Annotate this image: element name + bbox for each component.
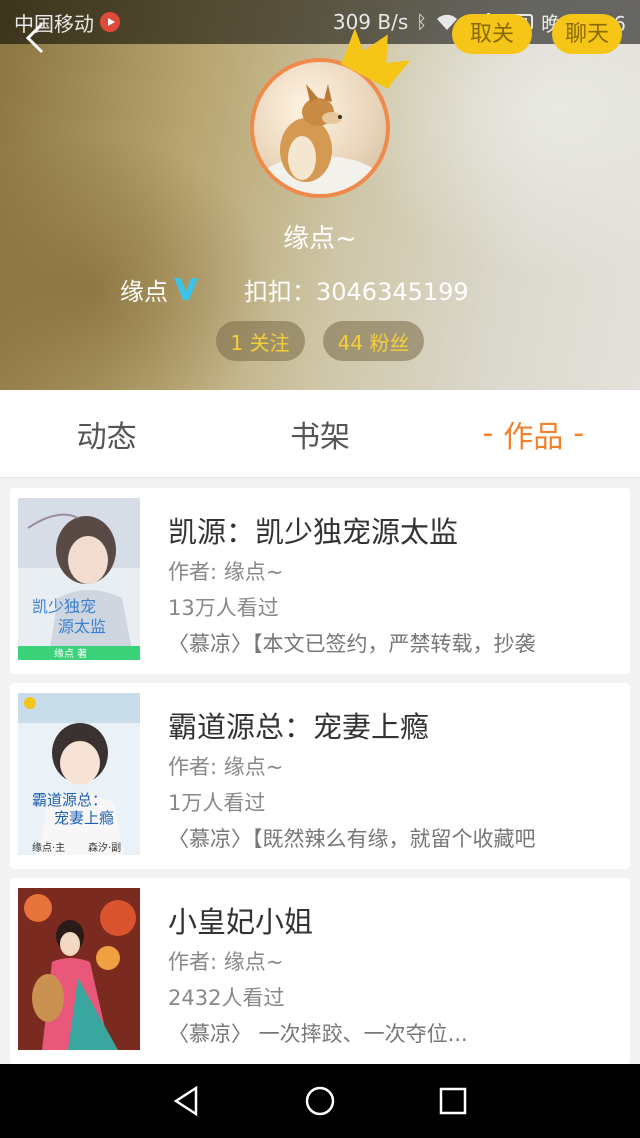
profile-tabs: 动态 书架 - 作品 - <box>0 390 640 478</box>
book-item[interactable]: 霸道源总： 宠妻上瘾 缘点·主 森汐·副 霸道源总：宠妻上瘾 作者: 缘点~ 1… <box>10 683 630 869</box>
tab-active-dash-left: - <box>482 416 494 451</box>
cover-title-line2: 源太监 <box>58 617 106 636</box>
tab-label: 作品 <box>503 419 564 455</box>
tab-bookshelf[interactable]: 书架 <box>213 390 426 477</box>
nav-home-button[interactable] <box>300 1081 340 1121</box>
tab-label: 书架 <box>289 419 350 455</box>
works-list: 凯少独宠 源太监 缘点 著 凯源：凯少独宠源太监 作者: 缘点~ 13万人看过 … <box>10 488 630 1073</box>
book-author: 作者: 缘点~ <box>168 950 284 974</box>
follow-stats: 1 关注 44 粉丝 <box>0 321 640 361</box>
tab-works[interactable]: - 作品 - <box>427 390 640 477</box>
cover-author-main: 缘点·主 <box>32 841 65 854</box>
nav-recents-button[interactable] <box>433 1081 473 1121</box>
profile-header: 中国移动 309 B/s ᛒ 晚上9:56 取关 聊天 <box>0 0 640 390</box>
unfollow-button[interactable]: 取关 <box>452 14 532 54</box>
book-views: 2432人看过 <box>168 986 285 1010</box>
verified-name: 缘点 <box>120 277 168 306</box>
book-cover[interactable]: 霸道源总： 宠妻上瘾 缘点·主 森汐·副 <box>18 693 140 855</box>
book-description: 〈慕凉〉【本文已签约，严禁转载，抄袭 <box>168 632 536 656</box>
book-title[interactable]: 小皇妃小姐 <box>168 904 620 940</box>
nav-back-button[interactable] <box>167 1081 207 1121</box>
cover-title-line1: 霸道源总： <box>32 791 107 809</box>
book-description: 〈慕凉〉【既然辣么有缘，就留个收藏吧 <box>168 827 536 851</box>
tab-dynamics[interactable]: 动态 <box>0 390 213 477</box>
book-item[interactable]: 凯少独宠 源太监 缘点 著 凯源：凯少独宠源太监 作者: 缘点~ 13万人看过 … <box>10 488 630 674</box>
cover-title-line2: 宠妻上瘾 <box>54 809 114 827</box>
book-cover[interactable]: 凯少独宠 源太监 缘点 著 <box>18 498 140 660</box>
chat-button[interactable]: 聊天 <box>552 14 622 54</box>
book-views: 13万人看过 <box>168 596 279 620</box>
book-title[interactable]: 霸道源总：宠妻上瘾 <box>168 709 620 745</box>
nav-recents-icon <box>440 1087 467 1115</box>
fans-count[interactable]: 44 粉丝 <box>322 321 425 361</box>
bluetooth-icon: ᛒ <box>416 11 428 33</box>
nav-home-icon <box>305 1086 335 1116</box>
book-author: 作者: 缘点~ <box>168 560 284 584</box>
record-icon <box>100 12 120 32</box>
cover-author-co: 森汐·副 <box>88 841 121 854</box>
qq-number: 扣扣：3046345199 <box>244 277 469 306</box>
book-author: 作者: 缘点~ <box>168 755 284 779</box>
book-cover[interactable] <box>18 888 140 1050</box>
system-nav-bar <box>0 1064 640 1138</box>
following-count[interactable]: 1 关注 <box>215 321 305 361</box>
cover-author: 缘点 著 <box>54 647 87 660</box>
profile-nickname: 缘点~ <box>283 224 357 254</box>
book-info: 小皇妃小姐 作者: 缘点~ 2432人看过 〈慕凉〉 一次摔跤、一次夺位... <box>168 904 620 1052</box>
tab-label: 动态 <box>76 419 137 455</box>
book-description: 〈慕凉〉 一次摔跤、一次夺位... <box>168 1022 468 1046</box>
book-item[interactable]: 小皇妃小姐 作者: 缘点~ 2432人看过 〈慕凉〉 一次摔跤、一次夺位... <box>10 878 630 1064</box>
vip-v-icon <box>174 278 198 300</box>
book-info: 霸道源总：宠妻上瘾 作者: 缘点~ 1万人看过 〈慕凉〉【既然辣么有缘，就留个收… <box>168 709 620 857</box>
nav-back-icon <box>173 1085 197 1117</box>
book-views: 1万人看过 <box>168 791 266 815</box>
status-bar: 中国移动 309 B/s ᛒ 晚上9:56 <box>0 0 640 44</box>
cover-title-line1: 凯少独宠 <box>32 597 96 616</box>
book-title[interactable]: 凯源：凯少独宠源太监 <box>168 514 620 550</box>
book-info: 凯源：凯少独宠源太监 作者: 缘点~ 13万人看过 〈慕凉〉【本文已签约，严禁转… <box>168 514 620 662</box>
avatar-container[interactable] <box>250 28 411 198</box>
back-icon[interactable] <box>18 18 54 54</box>
crown-icon <box>340 28 411 88</box>
tab-active-dash-right: - <box>573 416 585 451</box>
profile-info-row: 缘点 扣扣：3046345199 <box>120 272 469 306</box>
